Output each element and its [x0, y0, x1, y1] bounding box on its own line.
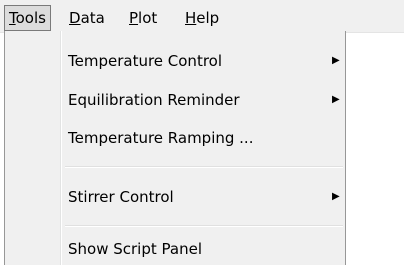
menu-plot[interactable]: Plot [125, 6, 161, 30]
menu-help-label: elp [196, 9, 220, 27]
menu-tools-label: ools [15, 9, 46, 27]
menu-data-mnemonic: D [69, 9, 81, 27]
submenu-arrow-icon: ▶ [332, 94, 340, 105]
menu-bar: Tools Data Plot Help [0, 0, 404, 33]
menu-item-label: Show Script Panel [68, 240, 202, 258]
tools-dropdown-menu: Temperature Control ▶ Equilibration Remi… [4, 31, 346, 265]
menu-help[interactable]: Help [181, 6, 223, 30]
menu-item-label: Temperature Control [68, 52, 223, 70]
menu-item-label: Stirrer Control [68, 188, 174, 206]
menu-item-stirrer-control[interactable]: Stirrer Control ▶ [5, 181, 345, 213]
menu-help-mnemonic: H [185, 9, 197, 27]
menu-separator [65, 225, 343, 227]
submenu-arrow-icon: ▶ [332, 191, 340, 202]
menu-tools-mnemonic: T [9, 9, 16, 27]
menu-item-label: Temperature Ramping ... [68, 129, 254, 147]
menu-item-temperature-control[interactable]: Temperature Control ▶ [5, 45, 345, 77]
menu-data[interactable]: Data [65, 6, 109, 30]
menu-data-label: ata [80, 9, 105, 27]
menu-plot-label: lot [138, 9, 158, 27]
menu-item-show-script-panel[interactable]: Show Script Panel [5, 233, 345, 265]
menu-item-equilibration-reminder[interactable]: Equilibration Reminder ▶ [5, 84, 345, 116]
menu-separator [65, 166, 343, 168]
menu-item-label: Equilibration Reminder [68, 91, 240, 109]
submenu-arrow-icon: ▶ [332, 55, 340, 66]
menu-tools[interactable]: Tools [4, 5, 51, 31]
menu-plot-mnemonic: P [129, 9, 139, 27]
menu-item-temperature-ramping[interactable]: Temperature Ramping ... [5, 122, 345, 154]
